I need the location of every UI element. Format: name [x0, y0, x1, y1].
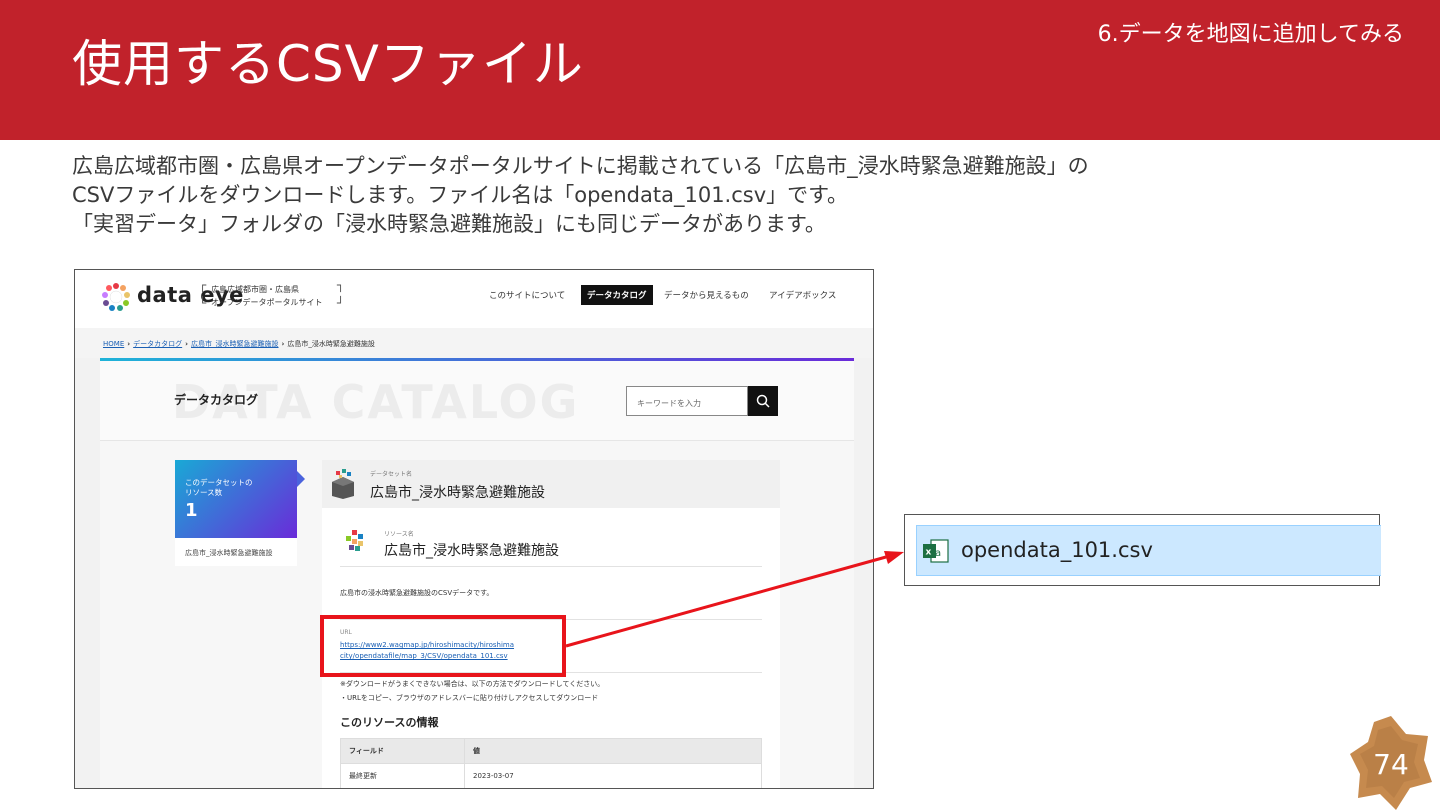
portal-name-line1: 広島広域都市圏・広島県: [211, 285, 299, 294]
content-panel: DATA CATALOG データカタログ キーワードを入力 このデータセットの …: [100, 358, 854, 788]
catalog-title: データカタログ: [174, 393, 259, 407]
search-input[interactable]: キーワードを入力: [626, 386, 748, 416]
body-line: 広島広域都市圏・広島県オープンデータポータルサイトに掲載されている「広島市_浸水…: [72, 154, 1089, 178]
file-name[interactable]: opendata_101.csv: [961, 538, 1153, 562]
resource-count-label-line1: このデータセットの: [185, 478, 253, 487]
download-note-alt: ・URLをコピー、ブラウザのアドレスバーに貼り付けしアクセスしてダウンロード: [340, 694, 599, 702]
breadcrumb-current: 広島市_浸水時緊急避難施設: [287, 340, 375, 348]
breadcrumb-bar: HOME › データカタログ › 広島市_浸水時緊急避難施設 › 広島市_浸水時緊急避難施設: [75, 328, 873, 358]
table-row: 最終更新 2023-03-07: [340, 763, 762, 788]
excel-csv-icon: a x: [923, 539, 949, 563]
resource-count-label: このデータセットの リソース数: [185, 478, 253, 498]
side-resource-link[interactable]: 広島市_浸水時緊急避難施設: [175, 538, 297, 566]
body-line: 「実習データ」フォルダの「浸水時緊急避難施設」にも同じデータがあります。: [72, 212, 826, 236]
nav-insights[interactable]: データから見えるもの: [664, 289, 749, 301]
resource-description: 広島市の浸水時緊急避難施設のCSVデータです。: [340, 589, 494, 597]
table-header-row: フィールド 値: [340, 738, 762, 764]
breadcrumb-catalog[interactable]: データカタログ: [133, 340, 182, 348]
nav-about[interactable]: このサイトについて: [489, 289, 565, 301]
resource-tiles-icon: [346, 530, 363, 551]
table-header: 値: [464, 738, 762, 764]
breadcrumb-sep: ›: [281, 340, 285, 348]
data-eye-logo-icon: [102, 283, 130, 311]
portal-screenshot: data eye ┌ 広島広域都市圏・広島県 オープンデータポータルサイト ┐ …: [74, 269, 874, 789]
divider: [340, 566, 762, 567]
slide-body-text: 広島広域都市圏・広島県オープンデータポータルサイトに掲載されている「広島市_浸水…: [72, 152, 1332, 239]
nav-idea-box[interactable]: アイデアボックス: [769, 289, 836, 301]
file-explorer-row: a x opendata_101.csv: [904, 514, 1381, 586]
body-line: CSVファイルをダウンロードします。ファイル名は「opendata_101.cs…: [72, 183, 849, 207]
site-header: data eye ┌ 広島広域都市圏・広島県 オープンデータポータルサイト ┐ …: [75, 270, 873, 328]
dataset-name: 広島市_浸水時緊急避難施設: [370, 485, 545, 501]
breadcrumb-sep: ›: [185, 340, 189, 348]
svg-text:x: x: [926, 548, 932, 558]
download-note: ※ダウンロードがうまくできない場合は、以下の方法でダウンロードしてください。: [340, 680, 605, 688]
file-item[interactable]: a x opendata_101.csv: [916, 525, 1381, 576]
resource-name: 広島市_浸水時緊急避難施設: [384, 543, 559, 559]
breadcrumb: HOME › データカタログ › 広島市_浸水時緊急避難施設 › 広島市_浸水時緊急避難施設: [103, 339, 375, 349]
count-pointer: [297, 471, 305, 487]
search-button[interactable]: [748, 386, 778, 416]
table-cell: 2023-03-07: [464, 763, 762, 788]
nav-data-catalog[interactable]: データカタログ: [581, 285, 653, 305]
resource-info-title: このリソースの情報: [340, 716, 439, 729]
table-header: フィールド: [340, 738, 465, 764]
portal-name: ┌ 広島広域都市圏・広島県 オープンデータポータルサイト ┐ ┘ └: [199, 278, 345, 310]
table-cell: 最終更新: [340, 763, 465, 788]
page-number: 74: [1373, 748, 1409, 781]
resource-label: リソース名: [384, 531, 414, 538]
dataset-box-icon: [332, 469, 354, 499]
breadcrumb-home[interactable]: HOME: [103, 340, 124, 348]
catalog-header: DATA CATALOG データカタログ キーワードを入力: [100, 361, 854, 441]
breadcrumb-sep: ›: [127, 340, 131, 348]
resource-count: 1: [185, 500, 198, 521]
dataset-label: データセット名: [370, 471, 413, 478]
slide-header: 使用するCSVファイル 6.データを地図に追加してみる: [0, 0, 1440, 140]
breadcrumb-dataset[interactable]: 広島市_浸水時緊急避難施設: [191, 340, 279, 348]
slide-title: 使用するCSVファイル: [72, 35, 584, 93]
resource-count-box: このデータセットの リソース数 1: [175, 460, 297, 538]
resource-info-table: フィールド 値 最終更新 2023-03-07: [340, 738, 762, 788]
url-highlight-box: [320, 615, 566, 677]
section-label: 6.データを地図に追加してみる: [1097, 22, 1404, 47]
resource-count-label-line2: リソース数: [185, 488, 223, 497]
dataset-header: データセット名 広島市_浸水時緊急避難施設: [322, 460, 780, 508]
search-icon: [756, 394, 770, 408]
portal-name-line2: オープンデータポータルサイト: [211, 298, 323, 307]
